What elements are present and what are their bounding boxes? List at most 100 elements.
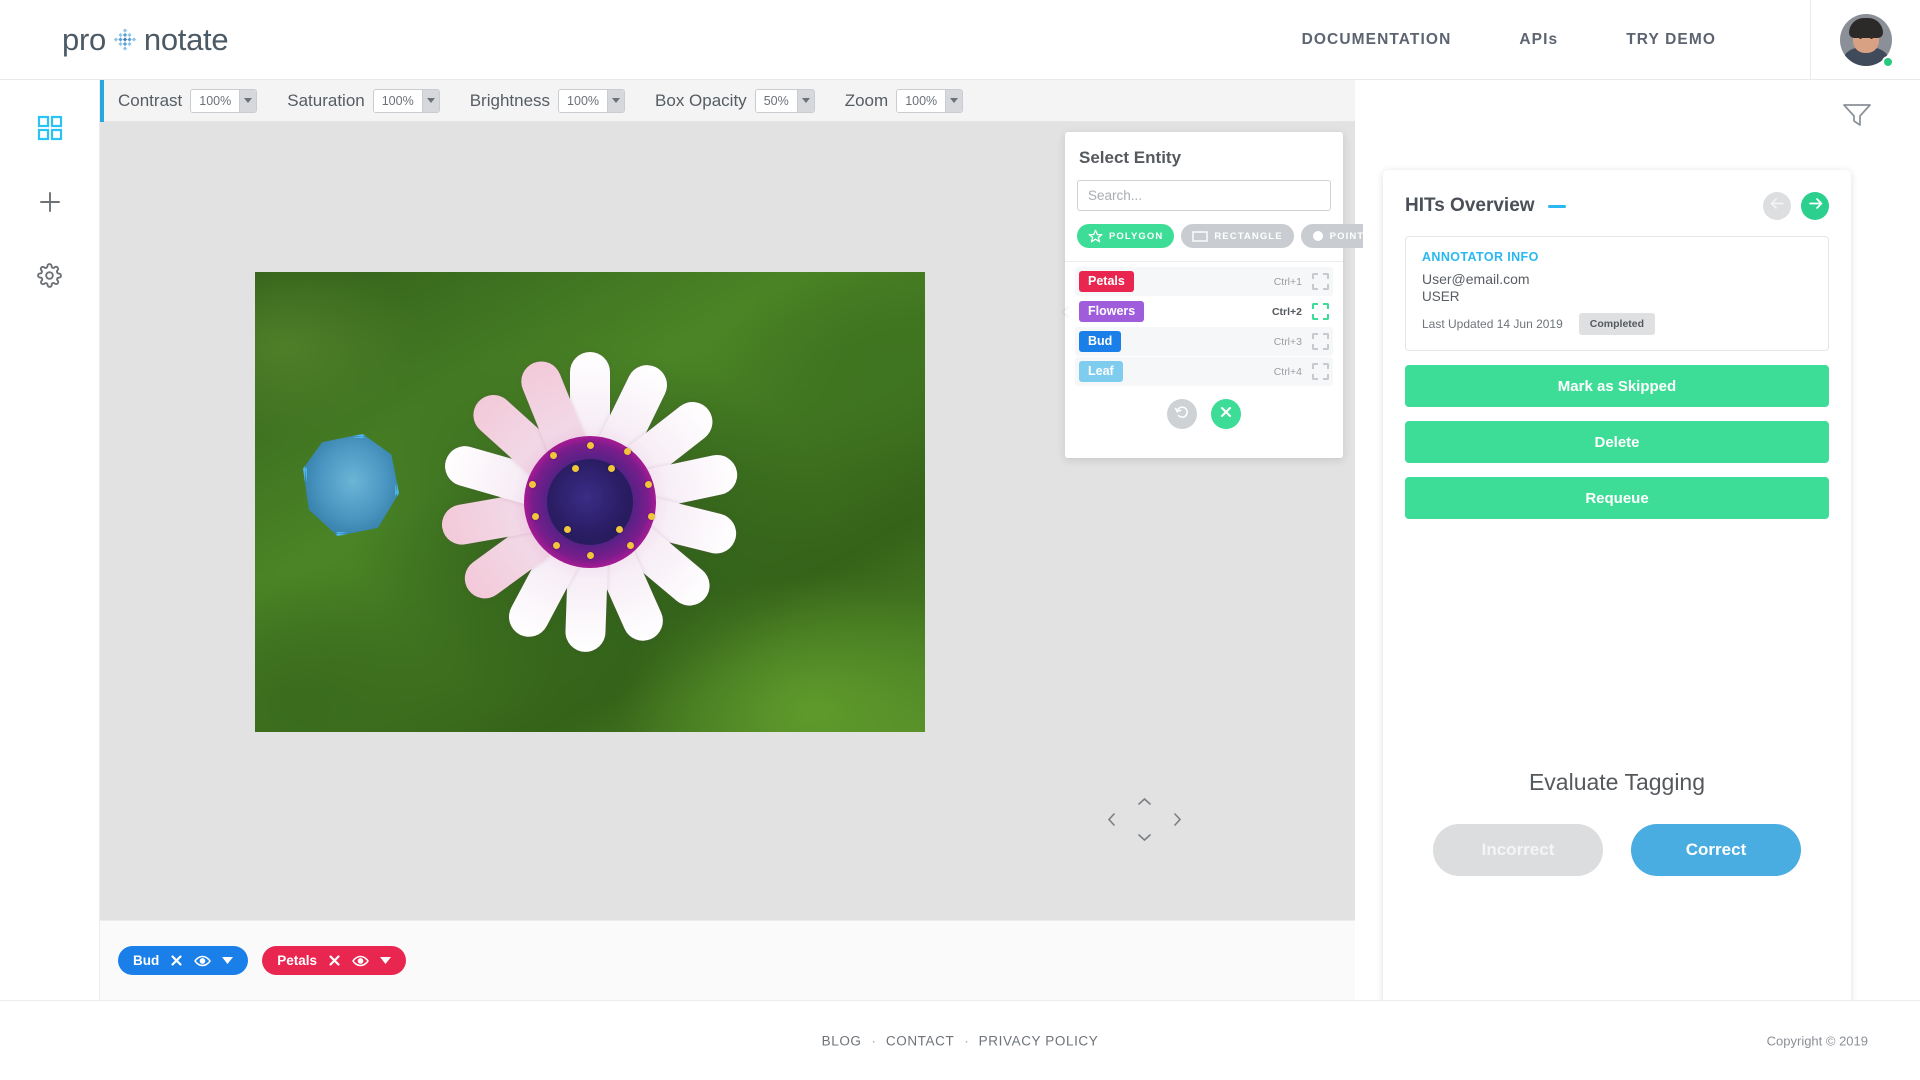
pan-right-button[interactable] <box>1164 806 1190 832</box>
page-footer: BLOG · CONTACT · PRIVACY POLICY Copyrigh… <box>0 1000 1920 1080</box>
saturation-value: 100% <box>373 89 422 112</box>
entity-row-petals[interactable]: Petals Ctrl+1 <box>1075 267 1333 296</box>
entity-shape-box-petals[interactable] <box>1312 273 1329 290</box>
chevron-down-icon[interactable] <box>222 957 234 964</box>
user-avatar-button[interactable] <box>1810 0 1920 80</box>
pan-up-button[interactable] <box>1131 788 1157 814</box>
tag-chip-petals[interactable]: Petals <box>262 946 407 975</box>
zoom-select[interactable]: 100% <box>896 88 964 113</box>
polygon-outline[interactable] <box>303 434 399 536</box>
footer-separator: · <box>964 1033 969 1048</box>
chevron-down-icon <box>239 89 257 112</box>
evaluate-buttons-row: Incorrect Correct <box>1383 824 1851 876</box>
image-adjust-toolbar: Contrast 100% Saturation 100% Brightness… <box>100 80 1355 122</box>
diamond-dots-icon <box>110 25 140 55</box>
nav-documentation[interactable]: DOCUMENTATION <box>1268 31 1486 49</box>
tag-chip-bud[interactable]: Bud <box>118 946 249 975</box>
entity-shortcut-leaf: Ctrl+4 <box>1273 365 1302 378</box>
close-button[interactable] <box>1211 399 1241 429</box>
hits-overview-card: HITs Overview ANNOTATOR INFO User@email.… <box>1383 170 1851 1060</box>
entity-shape-box-flowers[interactable] <box>1312 303 1329 320</box>
chevron-down-icon <box>421 89 439 112</box>
brand-name-prefix: pro <box>62 21 106 57</box>
next-hit-button[interactable] <box>1801 192 1829 220</box>
annotation-image[interactable] <box>255 272 925 732</box>
shape-tool-point-label: POINT <box>1329 230 1365 242</box>
entity-panel-actions <box>1065 387 1343 429</box>
zoom-label: Zoom <box>844 90 889 110</box>
point-dot-icon <box>1312 230 1324 242</box>
footer-link-privacy-policy[interactable]: PRIVACY POLICY <box>979 1033 1099 1048</box>
correct-button[interactable]: Correct <box>1631 824 1801 876</box>
shape-tool-rectangle[interactable]: RECTANGLE <box>1181 224 1294 248</box>
sidebar-item-dashboard[interactable] <box>22 102 78 158</box>
requeue-button[interactable]: Requeue <box>1405 477 1829 519</box>
pan-down-button[interactable] <box>1131 824 1157 850</box>
toolbar-accent-bar <box>100 80 104 122</box>
undo-button[interactable] <box>1167 399 1197 429</box>
brightness-select[interactable]: 100% <box>558 88 626 113</box>
sidebar-item-add[interactable] <box>22 176 78 232</box>
pan-left-button[interactable] <box>1098 806 1124 832</box>
saturation-label: Saturation <box>287 90 365 110</box>
rectangle-icon <box>1192 230 1209 243</box>
zoom-value: 100% <box>897 89 946 112</box>
contrast-select[interactable]: 100% <box>190 88 258 113</box>
annotator-email: User@email.com <box>1422 271 1530 287</box>
arrow-right-icon <box>1808 197 1823 215</box>
footer-link-contact[interactable]: CONTACT <box>886 1033 954 1048</box>
mark-as-skipped-button[interactable]: Mark as Skipped <box>1405 365 1829 407</box>
footer-link-blog[interactable]: BLOG <box>822 1033 862 1048</box>
entity-search-input[interactable] <box>1088 188 1320 203</box>
chevron-down-icon[interactable] <box>380 957 392 964</box>
entity-label-leaf: Leaf <box>1079 361 1123 382</box>
entity-shortcut-bud: Ctrl+3 <box>1273 335 1302 348</box>
eye-icon[interactable] <box>194 955 212 967</box>
control-zoom: Zoom 100% <box>844 88 964 113</box>
hits-overview-title: HITs Overview <box>1405 195 1535 216</box>
brightness-label: Brightness <box>469 90 551 110</box>
close-x-icon[interactable] <box>170 954 183 967</box>
nav-apis[interactable]: APIs <box>1485 31 1592 49</box>
entity-shape-box-leaf[interactable] <box>1312 363 1329 380</box>
top-navigation: DOCUMENTATION APIs TRY DEMO <box>1268 0 1750 80</box>
entity-label-petals: Petals <box>1079 271 1134 292</box>
evaluate-tagging-title: Evaluate Tagging <box>1528 769 1706 795</box>
delete-button[interactable]: Delete <box>1405 421 1829 463</box>
saturation-select[interactable]: 100% <box>372 88 440 113</box>
close-x-icon[interactable] <box>328 954 341 967</box>
filter-funnel-icon <box>1842 104 1872 132</box>
contrast-value: 100% <box>191 89 240 112</box>
entity-row-bud[interactable]: Bud Ctrl+3 <box>1075 327 1333 356</box>
entity-row-flowers[interactable]: Flowers Ctrl+2 <box>1075 297 1333 326</box>
annotator-footer: Last Updated 14 Jun 2019 Completed <box>1422 313 1812 335</box>
tag-chip-bud-label: Bud <box>133 953 160 968</box>
box-opacity-select[interactable]: 50% <box>754 88 815 113</box>
shape-tool-polygon[interactable]: POLYGON <box>1077 224 1175 248</box>
gear-icon <box>37 263 62 293</box>
filter-button[interactable] <box>1842 102 1872 133</box>
entity-search-box[interactable] <box>1077 180 1331 211</box>
incorrect-button[interactable]: Incorrect <box>1433 824 1603 876</box>
brand-name-suffix: notate <box>143 21 229 57</box>
footer-links: BLOG · CONTACT · PRIVACY POLICY <box>822 1033 1099 1048</box>
entity-row-leaf[interactable]: Leaf Ctrl+4 <box>1075 357 1333 386</box>
eye-icon[interactable] <box>352 955 369 967</box>
brightness-value: 100% <box>559 89 608 112</box>
footer-separator: · <box>871 1033 876 1048</box>
hits-header: HITs Overview <box>1383 170 1851 220</box>
annotation-polygon-bud[interactable] <box>303 434 399 536</box>
right-panel: HITs Overview ANNOTATOR INFO User@email.… <box>1363 80 1920 1060</box>
chevron-down-icon <box>796 89 814 112</box>
entity-shape-box-bud[interactable] <box>1312 333 1329 350</box>
nav-try-demo[interactable]: TRY DEMO <box>1592 31 1750 49</box>
shape-tool-rectangle-label: RECTANGLE <box>1214 230 1283 242</box>
shape-tool-polygon-label: POLYGON <box>1109 230 1164 242</box>
entity-label-flowers: Flowers <box>1079 301 1145 322</box>
control-brightness: Brightness 100% <box>469 88 626 113</box>
brand-logo[interactable]: pro notate <box>62 21 229 58</box>
control-saturation: Saturation 100% <box>287 88 440 113</box>
previous-hit-button[interactable] <box>1763 192 1791 220</box>
select-entity-panel: Select Entity POLYGON RECTANGLE <box>1065 132 1376 458</box>
sidebar-item-settings[interactable] <box>22 250 78 306</box>
